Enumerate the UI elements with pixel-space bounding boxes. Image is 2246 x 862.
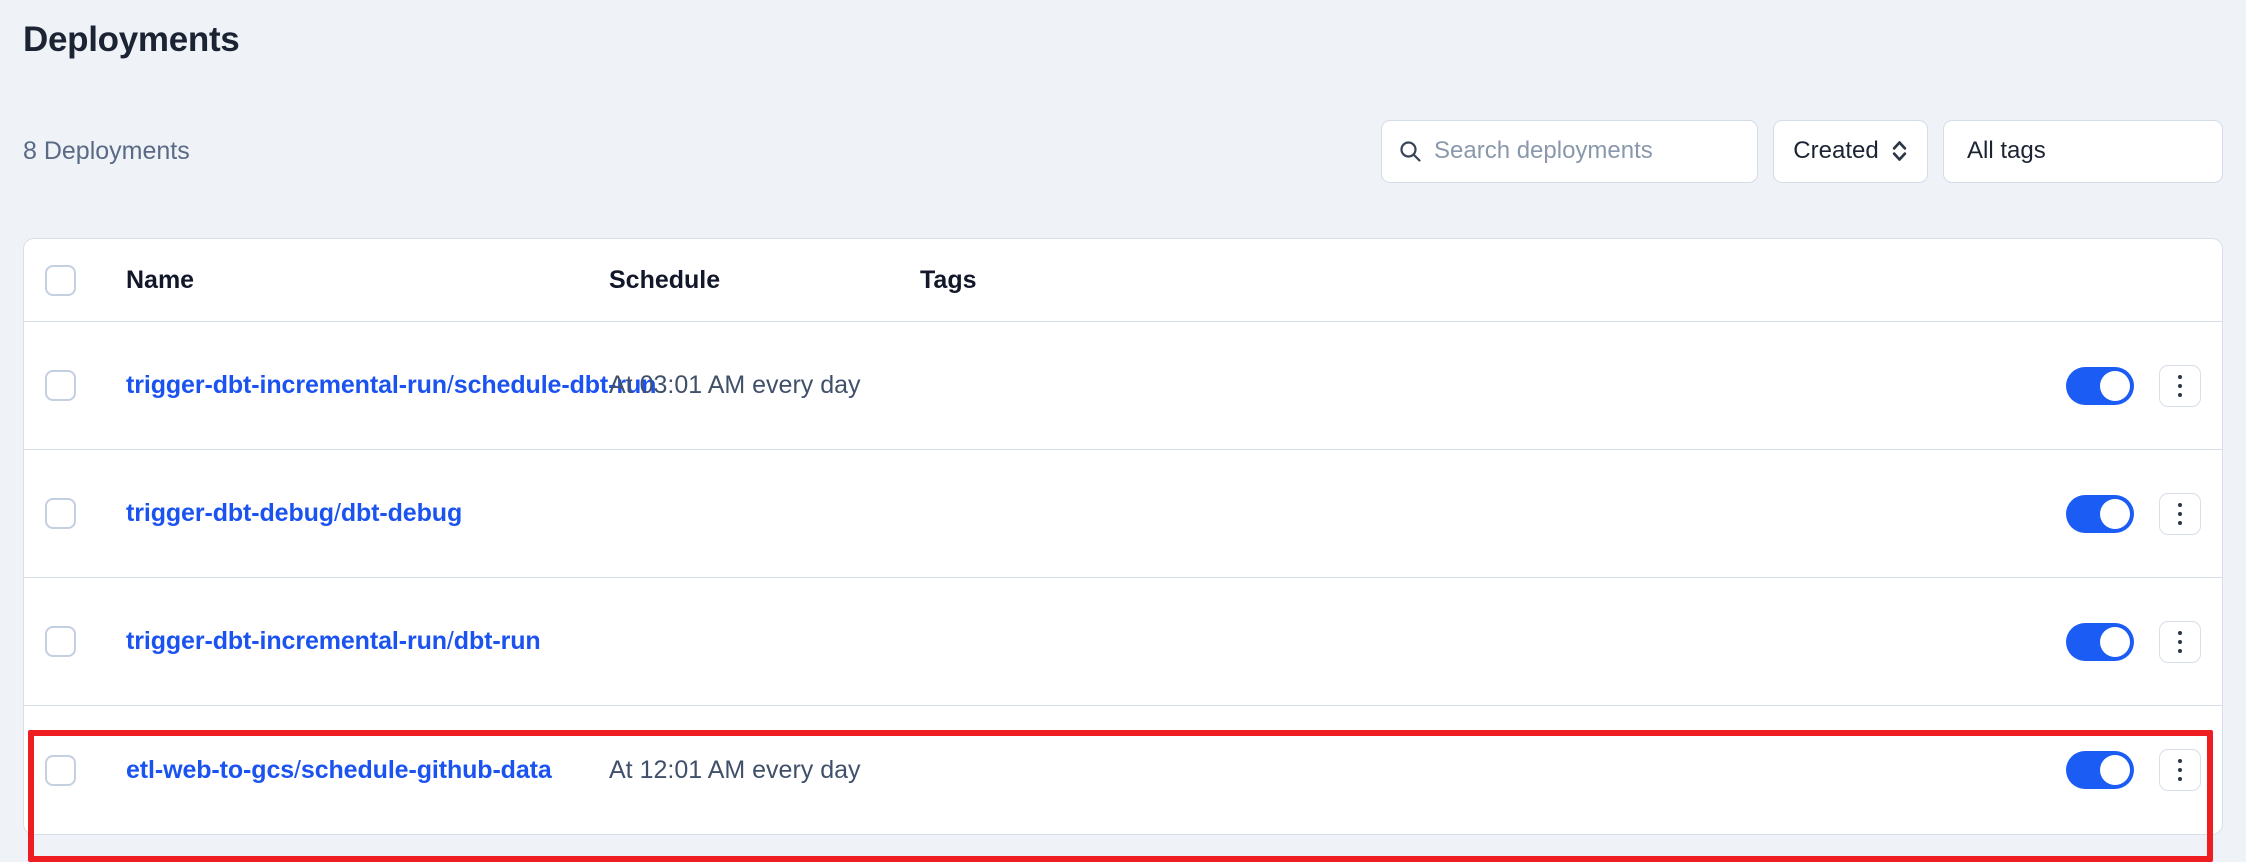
row-checkbox[interactable] [45, 498, 76, 529]
toolbar: 8 Deployments Created All tags [23, 117, 2223, 185]
row-actions [2066, 492, 2201, 535]
row-menu-button[interactable] [2159, 492, 2201, 535]
row-menu-button[interactable] [2159, 749, 2201, 791]
search-icon [1400, 141, 1421, 162]
row-actions [2066, 749, 2201, 791]
tags-filter-label: All tags [1967, 137, 2046, 164]
deployments-page: Deployments 8 Deployments Created All ta… [0, 0, 2246, 862]
deployment-name-separator: / [333, 499, 341, 527]
kebab-dot-icon [2178, 511, 2182, 516]
kebab-dot-icon [2178, 777, 2182, 781]
kebab-dot-icon [2178, 502, 2182, 507]
deployment-toggle[interactable] [2066, 494, 2134, 533]
deployment-name-prefix: etl-web-to-gcs [126, 755, 295, 784]
deployment-name-suffix: dbt-debug [340, 499, 463, 527]
kebab-dot-icon [2178, 392, 2182, 397]
select-all-checkbox[interactable] [45, 264, 76, 296]
toggle-knob [2100, 626, 2130, 657]
deployment-link[interactable]: trigger-dbt-debug/dbt-debug [126, 499, 462, 527]
kebab-dot-icon [2178, 520, 2182, 525]
kebab-dot-icon [2178, 639, 2182, 644]
row-actions [2066, 620, 2201, 663]
deployment-name-separator: / [294, 755, 301, 784]
search-input[interactable] [1434, 120, 1741, 182]
deployment-link[interactable]: trigger-dbt-incremental-run/dbt-run [126, 627, 541, 655]
up-down-chevron-icon [1892, 141, 1906, 161]
column-header-tags: Tags [920, 265, 977, 294]
toggle-knob [2100, 755, 2130, 785]
table-row: etl-web-to-gcs/schedule-github-data At 1… [24, 706, 2222, 834]
row-menu-button[interactable] [2159, 620, 2201, 663]
kebab-dot-icon [2178, 630, 2182, 635]
deployment-name-separator: / [446, 371, 454, 399]
kebab-dot-icon [2178, 768, 2182, 772]
page-title: Deployments [23, 20, 240, 59]
table-row: trigger-dbt-debug/dbt-debug [24, 450, 2222, 578]
tags-filter-button[interactable]: All tags [1943, 119, 2223, 183]
row-checkbox[interactable] [45, 626, 76, 657]
kebab-dot-icon [2178, 759, 2182, 763]
schedule-text: At 03:01 AM every day [609, 371, 861, 399]
deployment-toggle[interactable] [2066, 366, 2134, 405]
deployment-name-separator: / [446, 627, 454, 655]
column-header-schedule: Schedule [609, 265, 721, 294]
row-checkbox[interactable] [45, 370, 76, 401]
row-actions [2066, 364, 2201, 407]
row-checkbox[interactable] [45, 754, 76, 786]
kebab-dot-icon [2178, 383, 2182, 388]
table-header-row: Name Schedule Tags [24, 239, 2222, 322]
toggle-knob [2100, 370, 2130, 401]
deployment-name-prefix: trigger-dbt-incremental-run [126, 627, 447, 655]
table-row: trigger-dbt-incremental-run/dbt-run [24, 578, 2222, 706]
kebab-dot-icon [2178, 374, 2182, 379]
deployment-toggle[interactable] [2066, 751, 2134, 789]
column-header-name: Name [126, 265, 195, 294]
deployment-link[interactable]: etl-web-to-gcs/schedule-github-data [126, 756, 552, 784]
deployment-name-suffix: schedule-github-data [300, 755, 552, 784]
sort-dropdown[interactable]: Created [1773, 119, 1928, 183]
toolbar-controls: Created All tags [1381, 119, 2223, 183]
sort-dropdown-label: Created [1793, 137, 1879, 164]
table-row: trigger-dbt-incremental-run/schedule-dbt… [24, 322, 2222, 450]
deployments-table: Name Schedule Tags trigger-dbt-increment… [23, 238, 2223, 835]
toggle-knob [2100, 498, 2130, 529]
search-box[interactable] [1381, 119, 1758, 183]
deployment-count-label: 8 Deployments [23, 136, 190, 165]
schedule-text: At 12:01 AM every day [609, 755, 861, 784]
deployment-toggle[interactable] [2066, 622, 2134, 661]
kebab-dot-icon [2178, 648, 2182, 653]
deployment-name-prefix: trigger-dbt-debug [126, 499, 334, 527]
deployment-link[interactable]: trigger-dbt-incremental-run/schedule-dbt… [126, 371, 656, 399]
deployment-name-suffix: dbt-run [453, 627, 541, 655]
row-menu-button[interactable] [2159, 364, 2201, 407]
deployment-name-prefix: trigger-dbt-incremental-run [126, 371, 447, 399]
